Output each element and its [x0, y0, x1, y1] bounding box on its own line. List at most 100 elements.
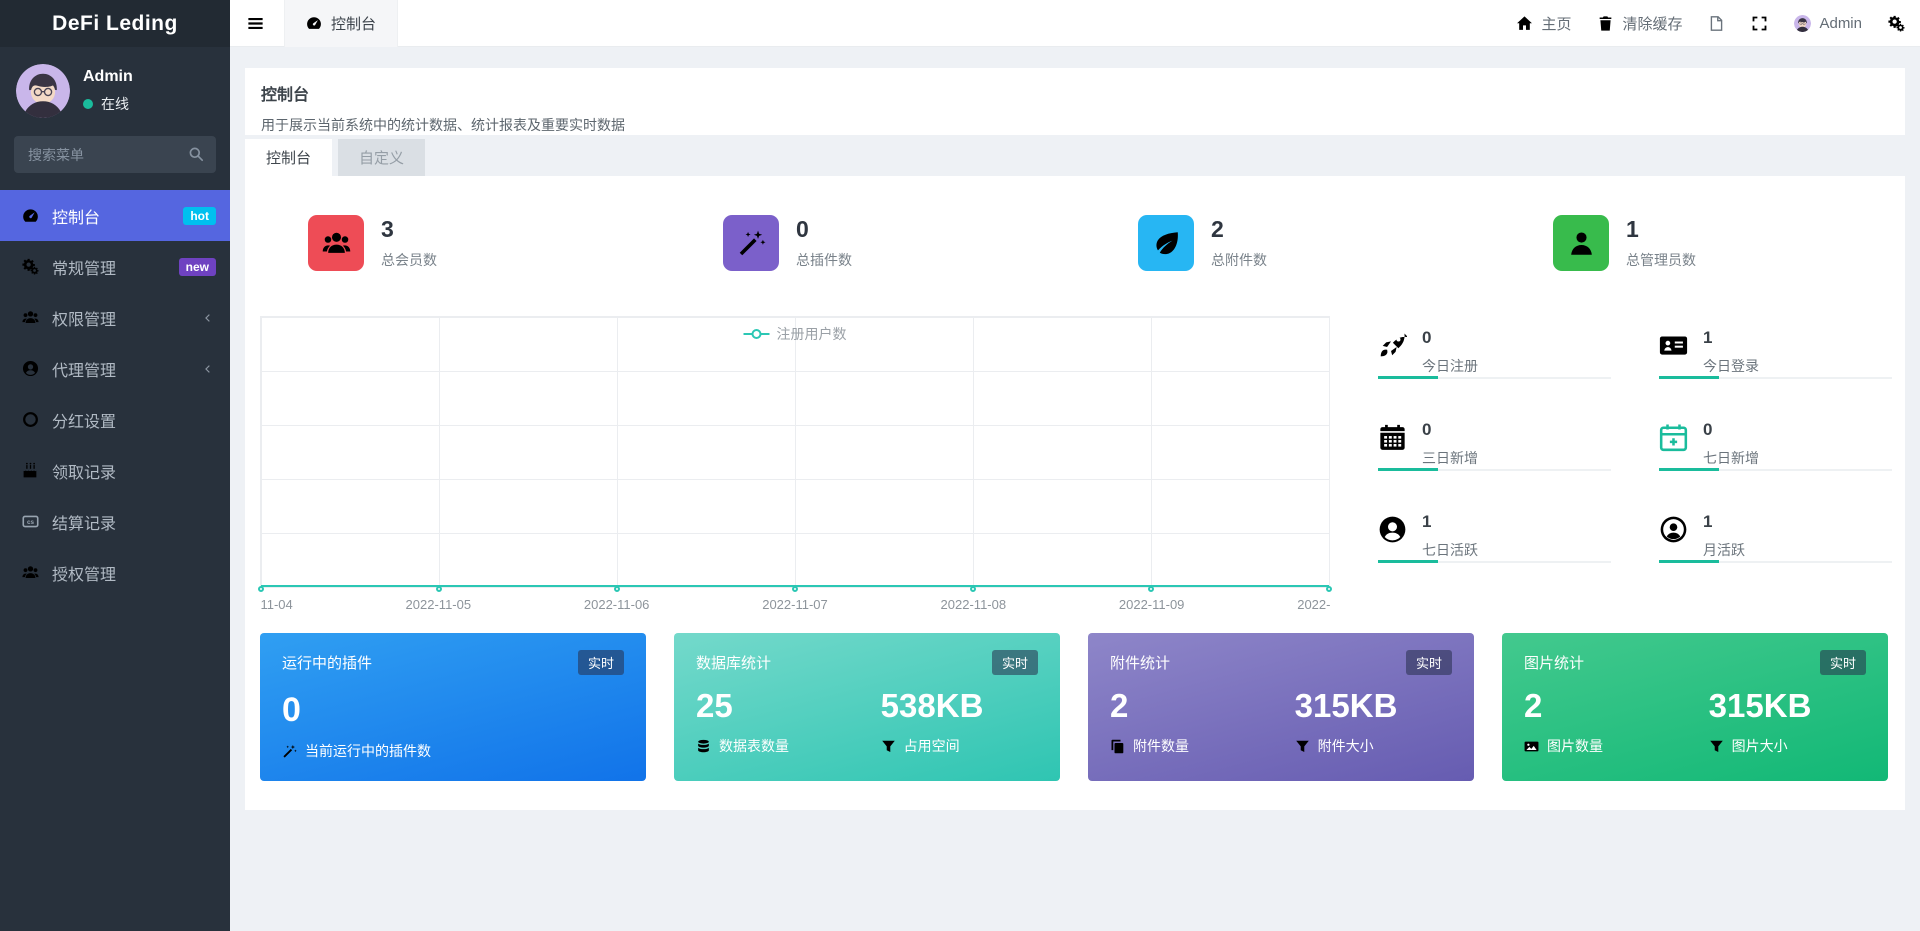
chart-x-label: 2022-11-06	[583, 597, 650, 612]
sidebar-item-label: 结算记录	[52, 515, 117, 533]
person-icon	[1553, 215, 1609, 271]
stat-label: 总会员数	[381, 252, 437, 268]
gears-icon	[22, 258, 39, 275]
tab-dashboard[interactable]: 控制台	[245, 139, 333, 176]
content-tabs: 控制台 自定义	[245, 139, 426, 176]
fullscreen-button[interactable]	[1751, 15, 1768, 32]
mini-stat-value: 1	[1703, 512, 1713, 531]
sidebar-item-label: 代理管理	[52, 362, 117, 380]
topbar-actions: 主页 清除缓存 Admin	[1516, 13, 1920, 34]
card-title: 图片统计	[1524, 655, 1585, 672]
cake-icon	[23, 462, 37, 478]
mini-stat-3day-new: 0 三日新增	[1378, 410, 1611, 502]
card-value: 2	[1524, 687, 1543, 724]
mini-stat-month-active: 1 月活跃	[1659, 502, 1892, 594]
users-group-icon	[308, 215, 364, 271]
chart-x-label: 2022-11-08	[940, 597, 1007, 612]
chart-legend[interactable]: 注册用户数	[743, 324, 847, 344]
sidebar-item-label: 授权管理	[52, 566, 117, 584]
magic-wand-icon	[723, 215, 779, 271]
image-stats-card: 图片统计 实时 2 图片数量 315KB 图片大小	[1502, 633, 1888, 781]
card-value: 0	[282, 691, 301, 729]
mini-stat-today-registered: 0 今日注册	[1378, 318, 1611, 410]
mini-stat-label: 三日新增	[1422, 450, 1478, 466]
mini-stat-value: 0	[1422, 420, 1432, 439]
sidebar-item-dividend[interactable]: 分红设置	[0, 394, 230, 445]
mini-stat-7day-new: 0 七日新增	[1659, 410, 1892, 502]
stat-value: 1	[1626, 216, 1639, 242]
card-value: 25	[696, 687, 733, 724]
fullscreen-icon	[1753, 16, 1767, 30]
stat-total-attachments: 2 总附件数	[1138, 215, 1267, 271]
stat-label: 总附件数	[1211, 252, 1267, 268]
sidebar: DeFi Leding Admin 在线 控制台 hot	[0, 0, 230, 931]
avatar[interactable]	[16, 64, 70, 118]
realtime-badge: 实时	[577, 650, 624, 675]
topbar: 控制台 主页 清除缓存 Admin	[230, 0, 1920, 47]
gears-icon	[1888, 15, 1905, 32]
dashboard-app: DeFi Leding Admin 在线 控制台 hot	[0, 0, 1920, 931]
user-panel: Admin 在线	[0, 47, 230, 133]
realtime-badge: 实时	[1405, 650, 1452, 675]
page-header: 控制台 用于展示当前系统中的统计数据、统计报表及重要实时数据	[245, 68, 1905, 135]
chart-plot-area	[258, 316, 1332, 592]
chevron-left-icon	[205, 364, 210, 373]
user-name: Admin	[83, 68, 133, 85]
attachment-stats-card: 附件统计 实时 2 附件数量 315KB 附件大小	[1088, 633, 1474, 781]
sidebar-item-authorization[interactable]: 授权管理	[0, 547, 230, 598]
user-menu-label: Admin	[1819, 14, 1862, 32]
card-foot-label: 附件数量	[1133, 738, 1189, 754]
magic-wand-icon	[283, 744, 297, 758]
card-title: 附件统计	[1110, 655, 1171, 672]
page-title: 控制台	[261, 87, 310, 104]
sidebar-item-label: 领取记录	[52, 464, 117, 482]
card-foot-label: 图片数量	[1547, 738, 1603, 754]
sidebar-item-general[interactable]: 常规管理 new	[0, 241, 230, 292]
sidebar-item-permissions[interactable]: 权限管理	[0, 292, 230, 343]
sidebar-item-claims[interactable]: 领取记录	[0, 445, 230, 496]
card-foot-label: 附件大小	[1317, 738, 1374, 754]
home-label: 主页	[1541, 15, 1572, 33]
tab-custom[interactable]: 自定义	[338, 139, 426, 176]
home-link[interactable]: 主页	[1516, 13, 1571, 34]
sidebar-item-settlements[interactable]: 结算记录	[0, 496, 230, 547]
realtime-badge: 实时	[991, 650, 1038, 675]
settings-button[interactable]	[1888, 15, 1905, 32]
topbar-tab-dashboard[interactable]: 控制台	[284, 0, 399, 47]
hamburger-icon[interactable]	[246, 14, 265, 33]
stat-total-members: 3 总会员数	[308, 215, 437, 271]
mini-stats-grid: 0 今日注册 1 今日登录 0 三日新增 0 七日新增 1 七日活跃 1 月活跃	[1378, 318, 1892, 594]
registered-users-chart: 注册用户数 2022-11-042022-11-052022-11-062022…	[258, 316, 1332, 612]
stat-value: 2	[1211, 216, 1224, 242]
new-badge: new	[178, 257, 216, 276]
topbar-tab-label: 控制台	[331, 15, 377, 33]
stat-value: 0	[796, 216, 809, 242]
chart-x-label: 2022-11-07	[762, 597, 828, 612]
sidebar-item-label: 控制台	[52, 209, 101, 227]
user-menu[interactable]: Admin	[1794, 14, 1862, 32]
app-logo[interactable]: DeFi Leding	[0, 0, 230, 47]
search-icon[interactable]	[188, 146, 204, 162]
avatar	[1794, 14, 1812, 32]
card-foot-label: 数据表数量	[719, 738, 789, 754]
chart-x-label: 2022-11-10	[1297, 597, 1330, 612]
clear-cache-button[interactable]: 清除缓存	[1597, 13, 1682, 34]
user-circle-icon	[1379, 516, 1406, 543]
calendar-icon	[1380, 424, 1405, 450]
card-value: 315KB	[1294, 687, 1398, 724]
card-value: 538KB	[880, 687, 984, 724]
card-foot-label: 图片大小	[1731, 738, 1788, 754]
running-plugins-card: 运行中的插件 实时 0 当前运行中的插件数	[260, 633, 646, 781]
page-switch-button[interactable]	[1708, 15, 1725, 32]
stat-total-plugins: 0 总插件数	[723, 215, 852, 271]
sidebar-item-dashboard[interactable]: 控制台 hot	[0, 190, 230, 241]
card-value: 2	[1110, 687, 1129, 724]
sidebar-item-agents[interactable]: 代理管理	[0, 343, 230, 394]
users-icon	[22, 566, 39, 579]
trash-icon	[1600, 15, 1612, 31]
image-icon	[1524, 741, 1539, 751]
chart-x-label: 2022-11-05	[405, 597, 472, 612]
search-input[interactable]	[14, 136, 216, 173]
chart-x-label: 2022-11-09	[1118, 597, 1185, 612]
user-circle-outline-icon	[1660, 516, 1687, 543]
